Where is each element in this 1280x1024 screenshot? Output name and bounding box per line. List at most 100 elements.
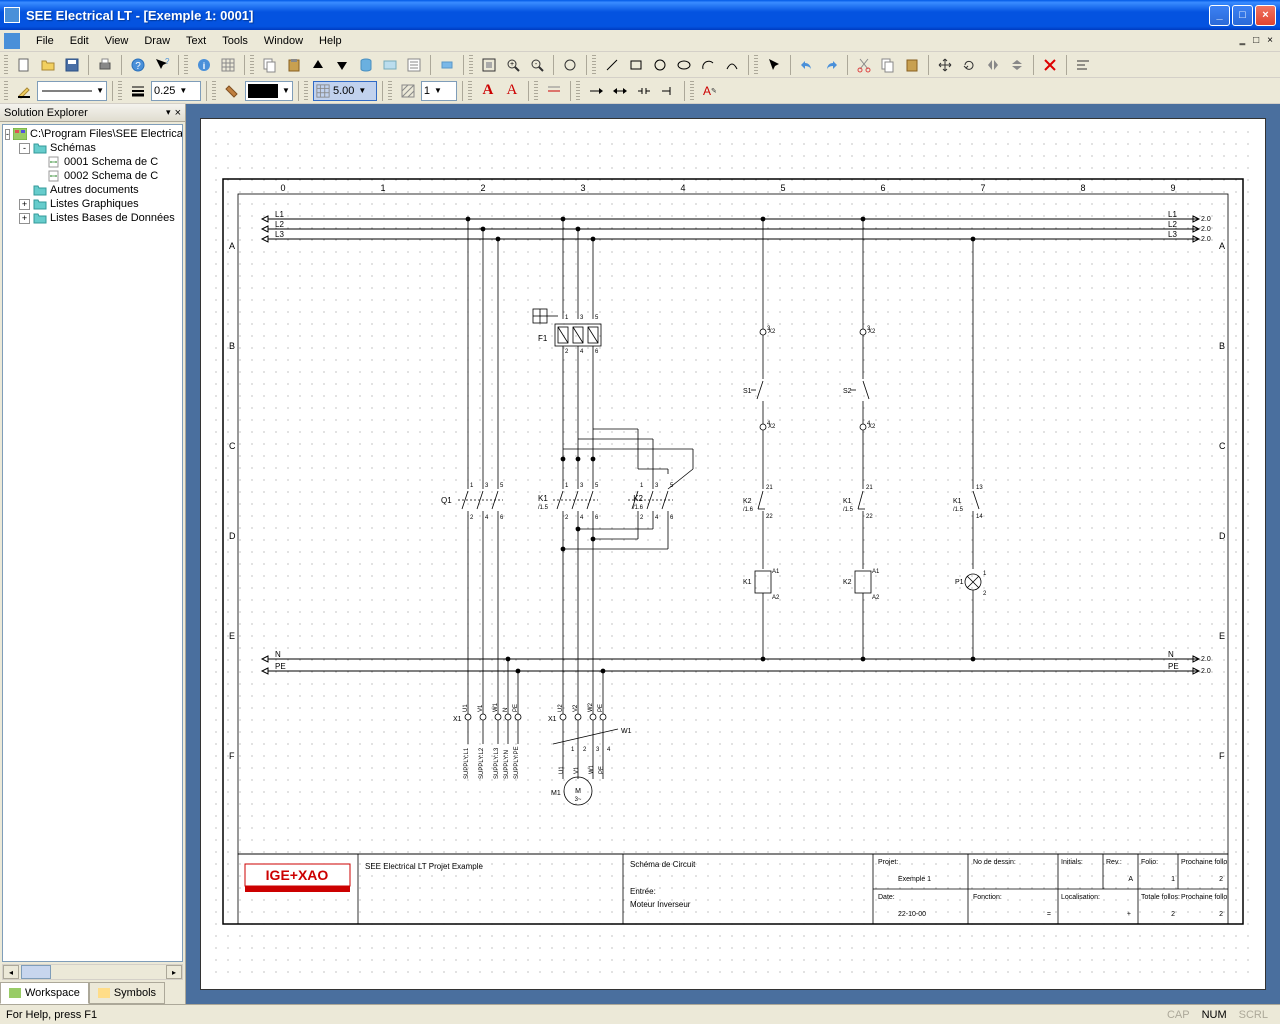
menu-text[interactable]: Text [178,33,214,49]
zoom-in-button[interactable]: + [502,54,524,76]
maximize-button[interactable]: □ [1232,5,1253,26]
menu-view[interactable]: View [97,33,137,49]
circle-tool[interactable] [649,54,671,76]
save-button[interactable] [61,54,83,76]
info-button[interactable]: i [193,54,215,76]
cut-button[interactable] [853,54,875,76]
zoom-prev-button[interactable] [559,54,581,76]
conn-end-button[interactable] [657,80,679,102]
text-bold-button[interactable]: A [477,80,499,102]
toolbar-grip[interactable] [576,81,580,101]
pin-icon[interactable]: ▾ [166,107,171,118]
pen-color-button[interactable] [13,80,35,102]
toolbar-grip[interactable] [184,55,188,75]
tree-node[interactable]: -Schémas [5,141,180,155]
line-tool[interactable] [601,54,623,76]
redo-button[interactable] [820,54,842,76]
menu-help[interactable]: Help [311,33,350,49]
grid-combo[interactable]: 5.00▼ [313,81,377,101]
schematic-drawing[interactable]: 0 1 2 3 4 5 6 7 8 9 AA BB CC DD E [201,119,1265,989]
toolbar-grip[interactable] [4,81,8,101]
lineweight-combo[interactable]: 0.25▼ [151,81,201,101]
tree-node[interactable]: 0001 Schema de C [5,155,180,169]
text-edit-button[interactable]: A✎ [699,80,721,102]
zoom-out-button[interactable]: - [526,54,548,76]
conn-right-button[interactable] [585,80,607,102]
tree-node[interactable]: Autres documents [5,183,180,197]
print-button[interactable] [94,54,116,76]
up-button[interactable] [307,54,329,76]
mirror-h-button[interactable] [982,54,1004,76]
toolbar-grip[interactable] [534,81,538,101]
text-normal-button[interactable]: A [501,80,523,102]
menu-tools[interactable]: Tools [214,33,256,49]
new-button[interactable] [13,54,35,76]
tree-root[interactable]: - C:\Program Files\SEE Electrical [5,127,180,141]
db-button[interactable] [355,54,377,76]
mdi-close[interactable]: × [1264,35,1276,46]
mdi-restore[interactable]: □ [1250,35,1262,46]
grid-button[interactable] [217,54,239,76]
menu-file[interactable]: File [28,33,62,49]
list-button[interactable] [403,54,425,76]
open-button[interactable] [37,54,59,76]
conn-break-button[interactable] [633,80,655,102]
tree-node[interactable]: +Listes Bases de Données [5,211,180,225]
delete-button[interactable] [1039,54,1061,76]
context-help-button[interactable]: ? [151,54,173,76]
wire-h-button[interactable] [543,80,565,102]
align-button[interactable] [1072,54,1094,76]
menu-edit[interactable]: Edit [62,33,97,49]
toolbar-grip[interactable] [212,81,216,101]
toolbar-grip[interactable] [469,55,473,75]
copy-button[interactable] [259,54,281,76]
hatch-combo[interactable]: 1▼ [421,81,457,101]
minimize-button[interactable]: _ [1209,5,1230,26]
close-panel-icon[interactable]: × [175,107,181,119]
drawing-page[interactable]: 0 1 2 3 4 5 6 7 8 9 AA BB CC DD E [200,118,1266,990]
tab-workspace[interactable]: Workspace [0,982,89,1004]
help-about-button[interactable]: ? [127,54,149,76]
select-tool[interactable] [763,54,785,76]
project-tree[interactable]: - C:\Program Files\SEE Electrical -Schém… [2,124,183,962]
down-button[interactable] [331,54,353,76]
toolbar-grip[interactable] [250,55,254,75]
zoom-fit-button[interactable] [478,54,500,76]
close-button[interactable]: × [1255,5,1276,26]
scroll-right-button[interactable]: ▸ [166,965,182,979]
drawing-canvas-area[interactable]: 0 1 2 3 4 5 6 7 8 9 AA BB CC DD E [186,104,1280,1004]
paste2-button[interactable] [901,54,923,76]
pen-style-combo[interactable]: ▼ [37,81,107,101]
undo-button[interactable] [796,54,818,76]
copy2-button[interactable] [877,54,899,76]
explorer-hscrollbar[interactable]: ◂ ▸ [2,964,183,980]
tab-symbols[interactable]: Symbols [89,982,165,1004]
tree-node[interactable]: 0002 Schema de C [5,169,180,183]
mirror-v-button[interactable] [1006,54,1028,76]
toolbar-grip[interactable] [304,81,308,101]
paste-button[interactable] [283,54,305,76]
toolbar-grip[interactable] [754,55,758,75]
ellipse-tool[interactable] [673,54,695,76]
component-button[interactable] [436,54,458,76]
scroll-left-button[interactable]: ◂ [3,965,19,979]
tree-node[interactable]: +Listes Graphiques [5,197,180,211]
rect-tool[interactable] [625,54,647,76]
symbol-button[interactable] [379,54,401,76]
toolbar-grip[interactable] [468,81,472,101]
menu-draw[interactable]: Draw [136,33,178,49]
curve-tool[interactable] [721,54,743,76]
conn-both-button[interactable] [609,80,631,102]
rotate-button[interactable] [958,54,980,76]
toolbar-grip[interactable] [592,55,596,75]
toolbar-grip[interactable] [4,55,8,75]
menu-window[interactable]: Window [256,33,311,49]
scroll-thumb[interactable] [21,965,51,979]
move-button[interactable] [934,54,956,76]
toolbar-grip[interactable] [388,81,392,101]
toolbar-grip[interactable] [690,81,694,101]
arc-tool[interactable] [697,54,719,76]
toolbar-grip[interactable] [118,81,122,101]
fill-color-combo[interactable]: ▼ [245,81,293,101]
mdi-minimize[interactable]: ‗ [1237,35,1249,46]
